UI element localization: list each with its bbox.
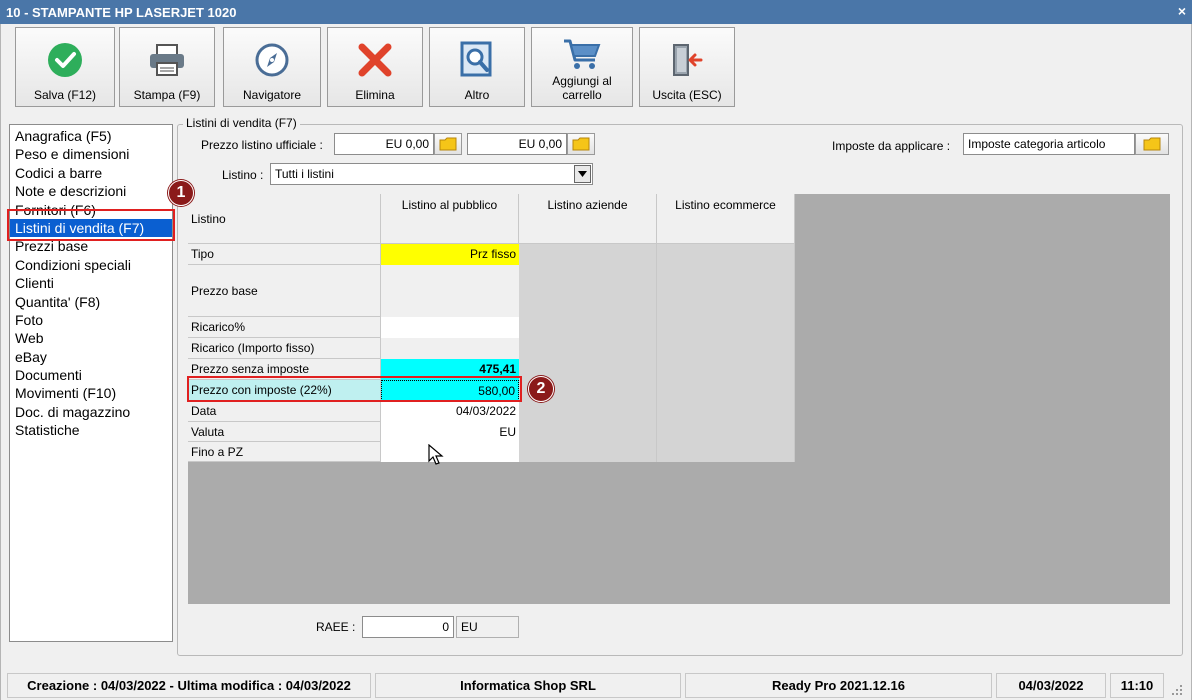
sidebar-item-statistiche[interactable]: Statistiche — [10, 421, 172, 439]
callout-marker-2: 2 — [528, 376, 554, 402]
cell-ricarico-importo[interactable] — [381, 338, 519, 359]
highlight-box-price-with-tax — [187, 376, 522, 402]
main-window: Salva (F12) Stampa (F9) Navigatore Elimi… — [0, 24, 1192, 700]
close-icon[interactable]: × — [1178, 3, 1186, 19]
column-header-ecommerce[interactable]: Listino ecommerce — [657, 194, 795, 244]
add-to-cart-label-line2: carrello — [562, 88, 602, 102]
official-price-input-1[interactable]: EU 0,00 — [334, 133, 434, 155]
listini-group-title: Listini di vendita (F7) — [183, 116, 300, 130]
column-ecommerce-body — [657, 244, 795, 462]
listino-dropdown-button[interactable] — [574, 165, 591, 183]
delete-button[interactable]: Elimina — [327, 27, 423, 107]
add-to-cart-label-line1: Aggiungi al — [552, 74, 612, 88]
status-time: 11:10 — [1110, 673, 1164, 698]
window-title: 10 - STAMPANTE HP LASERJET 1020 — [6, 5, 237, 20]
mouse-cursor-icon — [428, 444, 444, 465]
other-label: Altro — [464, 88, 490, 102]
status-created-modified: Creazione : 04/03/2022 - Ultima modifica… — [7, 673, 371, 698]
column-header-aziende[interactable]: Listino aziende — [519, 194, 657, 244]
sidebar-item-web[interactable]: Web — [10, 329, 172, 347]
resize-grip-icon[interactable] — [1171, 684, 1183, 696]
sidebar-item-peso-dimensioni[interactable]: Peso e dimensioni — [10, 145, 172, 163]
sidebar-item-documenti[interactable]: Documenti — [10, 366, 172, 384]
navigator-label: Navigatore — [242, 88, 302, 102]
taxes-folder-button[interactable] — [1135, 133, 1169, 155]
cell-tipo[interactable]: Prz fisso — [381, 244, 519, 265]
sidebar-item-clienti[interactable]: Clienti — [10, 274, 172, 292]
folder-icon — [572, 137, 590, 151]
sidebar-item-anagrafica[interactable]: Anagrafica (F5) — [10, 127, 172, 145]
sidebar-item-codici-barre[interactable]: Codici a barre — [10, 164, 172, 182]
save-button[interactable]: Salva (F12) — [15, 27, 115, 107]
cart-icon — [532, 34, 632, 74]
sidebar-item-foto[interactable]: Foto — [10, 311, 172, 329]
raee-label: RAEE : — [316, 620, 356, 634]
magnifier-icon — [430, 40, 524, 80]
cell-fino-a-pz[interactable] — [381, 442, 519, 462]
save-label: Salva (F12) — [33, 88, 97, 102]
listino-label: Listino : — [222, 168, 264, 182]
cell-valuta[interactable]: EU — [381, 422, 519, 442]
column-aziende-body — [519, 244, 657, 462]
other-button[interactable]: Altro — [429, 27, 525, 107]
exit-button[interactable]: Uscita (ESC) — [639, 27, 735, 107]
highlight-box-sidebar — [7, 209, 175, 241]
section-list: Anagrafica (F5) Peso e dimensioni Codici… — [9, 124, 173, 642]
sidebar-item-quantita[interactable]: Quantita' (F8) — [10, 293, 172, 311]
sidebar-item-ebay[interactable]: eBay — [10, 348, 172, 366]
row-label-ricarico-percent: Ricarico% — [188, 317, 381, 338]
folder-icon — [1143, 137, 1161, 151]
row-label-data: Data — [188, 401, 381, 422]
add-to-cart-button[interactable]: Aggiungi al carrello — [531, 27, 633, 107]
status-bar: Creazione : 04/03/2022 - Ultima modifica… — [5, 670, 1189, 700]
raee-input[interactable]: 0 — [362, 616, 454, 638]
official-price-1-folder-button[interactable] — [434, 133, 462, 155]
sidebar-item-doc-magazzino[interactable]: Doc. di magazzino — [10, 403, 172, 421]
delete-x-icon — [328, 40, 422, 80]
print-label: Stampa (F9) — [133, 88, 201, 102]
sidebar-item-condizioni-speciali[interactable]: Condizioni speciali — [10, 256, 172, 274]
print-button[interactable]: Stampa (F9) — [119, 27, 215, 107]
row-label-fino-a-pz: Fino a PZ — [188, 442, 381, 462]
compass-icon — [224, 40, 320, 80]
exit-label: Uscita (ESC) — [652, 88, 722, 102]
add-to-cart-label: Aggiungi al carrello — [532, 74, 632, 102]
raee-currency: EU — [456, 616, 519, 638]
taxes-label: Imposte da applicare : — [832, 139, 951, 153]
sidebar-item-movimenti[interactable]: Movimenti (F10) — [10, 384, 172, 402]
column-header-pubblico[interactable]: Listino al pubblico — [381, 194, 519, 244]
official-price-input-2[interactable]: EU 0,00 — [467, 133, 567, 155]
cell-prezzo-base[interactable] — [381, 265, 519, 317]
delete-label: Elimina — [355, 88, 395, 102]
row-label-tipo: Tipo — [188, 244, 381, 265]
status-date: 04/03/2022 — [996, 673, 1106, 698]
exit-door-icon — [640, 40, 734, 80]
cell-data[interactable]: 04/03/2022 — [381, 401, 519, 422]
row-label-valuta: Valuta — [188, 422, 381, 442]
official-price-2-folder-button[interactable] — [567, 133, 595, 155]
callout-marker-1: 1 — [168, 180, 194, 206]
chevron-down-icon — [578, 171, 587, 177]
printer-icon — [120, 40, 214, 80]
taxes-field[interactable]: Imposte categoria articolo — [963, 133, 1135, 155]
status-company: Informatica Shop SRL — [375, 673, 681, 698]
row-label-ricarico-importo: Ricarico (Importo fisso) — [188, 338, 381, 359]
official-price-label: Prezzo listino ufficiale : — [201, 138, 323, 152]
grid-corner-header: Listino — [188, 194, 381, 244]
navigator-button[interactable]: Navigatore — [223, 27, 321, 107]
listino-select[interactable]: Tutti i listini — [270, 163, 593, 185]
row-label-prezzo-base: Prezzo base — [188, 265, 381, 317]
status-version: Ready Pro 2021.12.16 — [685, 673, 992, 698]
checkmark-icon — [16, 40, 114, 80]
sidebar-item-note-descrizioni[interactable]: Note e descrizioni — [10, 182, 172, 200]
folder-icon — [439, 137, 457, 151]
cell-ricarico-percent[interactable] — [381, 317, 519, 338]
window-title-bar: 10 - STAMPANTE HP LASERJET 1020 × — [0, 0, 1192, 24]
